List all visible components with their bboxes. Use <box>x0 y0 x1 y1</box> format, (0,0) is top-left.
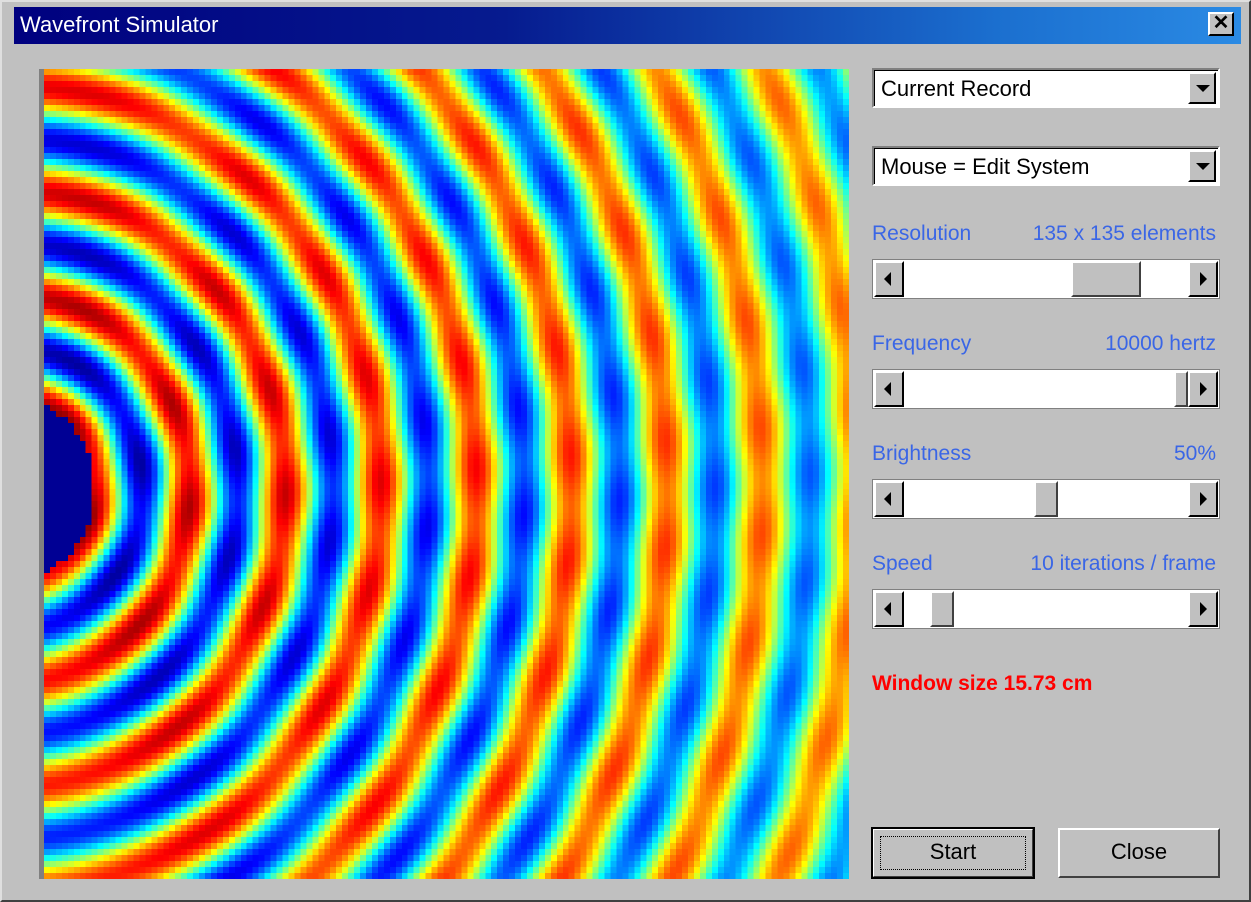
close-icon: ✕ <box>1212 12 1230 34</box>
window-size-status: Window size 15.73 cm <box>872 672 1093 695</box>
start-button-label: Start <box>929 839 977 864</box>
frequency-track[interactable] <box>904 371 1188 407</box>
chevron-down-icon <box>1196 163 1210 170</box>
frequency-thumb[interactable] <box>1174 371 1188 407</box>
arrow-left-icon <box>884 382 891 396</box>
brightness-label: Brightness <box>872 442 972 465</box>
frequency-value: 10000 hertz <box>1105 332 1216 355</box>
frequency-label: Frequency <box>872 332 972 355</box>
brightness-thumb[interactable] <box>1034 481 1058 517</box>
resolution-value: 135 x 135 elements <box>1032 222 1216 245</box>
chevron-down-icon <box>1196 85 1210 92</box>
wave-simulation-view[interactable] <box>39 69 849 879</box>
speed-label: Speed <box>872 552 933 575</box>
record-select-value: Current Record <box>881 76 1032 101</box>
window-title: Wavefront Simulator <box>20 12 219 37</box>
mouse-mode-select[interactable]: Mouse = Edit System <box>872 146 1220 186</box>
resolution-slider[interactable] <box>872 259 1220 299</box>
arrow-left-icon <box>884 602 891 616</box>
mouse-mode-dropdown-button[interactable] <box>1188 150 1216 182</box>
resolution-track[interactable] <box>904 261 1188 297</box>
resolution-decrease-button[interactable] <box>874 261 904 297</box>
wavefront-simulator-window: Wavefront Simulator ✕ Current Record Mou… <box>0 0 1251 902</box>
arrow-right-icon <box>1200 492 1207 506</box>
speed-value: 10 iterations / frame <box>1030 552 1216 575</box>
close-button-label: Close <box>1110 839 1168 864</box>
arrow-left-icon <box>884 272 891 286</box>
speed-increase-button[interactable] <box>1188 591 1218 627</box>
resolution-label: Resolution <box>872 222 972 245</box>
speed-slider[interactable] <box>872 589 1220 629</box>
arrow-left-icon <box>884 492 891 506</box>
close-button[interactable]: Close <box>1058 828 1220 878</box>
brightness-increase-button[interactable] <box>1188 481 1218 517</box>
close-window-button[interactable]: ✕ <box>1208 12 1234 36</box>
frequency-slider[interactable] <box>872 369 1220 409</box>
resolution-increase-button[interactable] <box>1188 261 1218 297</box>
brightness-value: 50% <box>1173 442 1216 465</box>
speed-thumb[interactable] <box>930 591 954 627</box>
title-bar[interactable]: Wavefront Simulator ✕ <box>14 7 1241 44</box>
arrow-right-icon <box>1200 272 1207 286</box>
speed-track[interactable] <box>904 591 1188 627</box>
frequency-decrease-button[interactable] <box>874 371 904 407</box>
brightness-track[interactable] <box>904 481 1188 517</box>
resolution-thumb[interactable] <box>1071 261 1141 297</box>
brightness-slider[interactable] <box>872 479 1220 519</box>
record-select-dropdown-button[interactable] <box>1188 72 1216 104</box>
arrow-right-icon <box>1200 382 1207 396</box>
mouse-mode-select-value: Mouse = Edit System <box>881 154 1090 179</box>
record-select[interactable]: Current Record <box>872 68 1220 108</box>
frequency-increase-button[interactable] <box>1188 371 1218 407</box>
arrow-right-icon <box>1200 602 1207 616</box>
wave-field-canvas[interactable] <box>44 69 849 879</box>
speed-decrease-button[interactable] <box>874 591 904 627</box>
brightness-decrease-button[interactable] <box>874 481 904 517</box>
start-button[interactable]: Start <box>871 827 1035 879</box>
